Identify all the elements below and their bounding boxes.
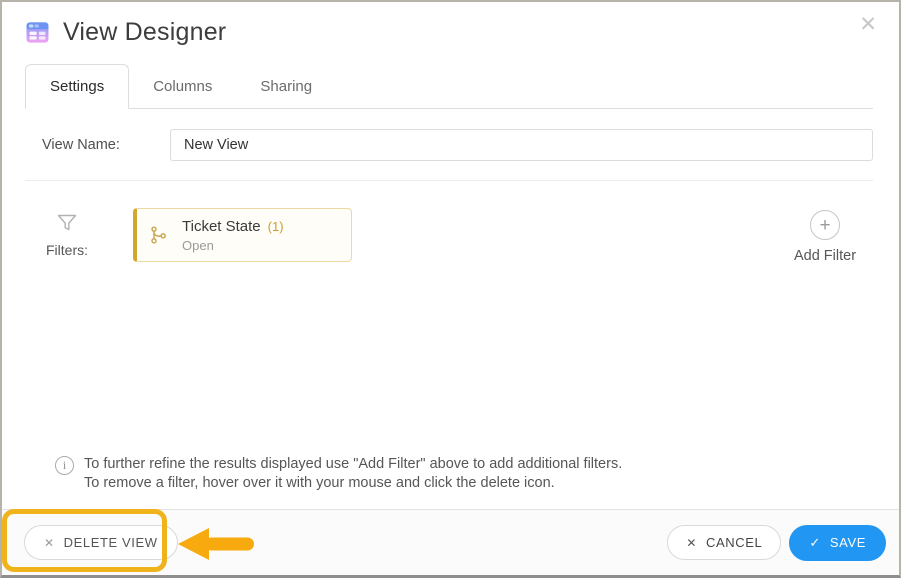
empty-space xyxy=(25,264,873,455)
tab-bar: Settings Columns Sharing xyxy=(25,64,873,109)
cancel-x-icon: ✕ xyxy=(686,536,697,550)
dialog-footer: ✕ DELETE VIEW ✕ CANCEL ✓ SAVE xyxy=(2,509,899,575)
add-filter-label: Add Filter xyxy=(794,248,856,264)
branch-icon xyxy=(149,224,169,246)
filter-chip-value: Open xyxy=(182,238,284,253)
filter-chip-count: (1) xyxy=(268,219,284,234)
view-designer-dialog: View Designer ✕ Settings Columns Sharing… xyxy=(0,0,901,578)
view-name-row: View Name: xyxy=(25,129,873,161)
add-circle-icon: + xyxy=(810,210,840,240)
save-label: SAVE xyxy=(830,535,866,550)
filters-label: Filters: xyxy=(46,242,88,258)
close-icon[interactable]: ✕ xyxy=(859,14,877,35)
dialog-title: View Designer xyxy=(63,18,226,47)
info-line-1: To further refine the results displayed … xyxy=(84,455,622,474)
section-divider xyxy=(25,180,873,181)
funnel-icon xyxy=(55,211,79,235)
add-filter-button[interactable]: + Add Filter xyxy=(777,208,873,264)
cancel-label: CANCEL xyxy=(706,535,762,550)
info-text: To further refine the results displayed … xyxy=(84,455,622,493)
dialog-header: View Designer ✕ xyxy=(2,2,899,47)
info-line-2: To remove a filter, hover over it with y… xyxy=(84,474,622,493)
tab-sharing[interactable]: Sharing xyxy=(236,65,336,108)
save-button[interactable]: ✓ SAVE xyxy=(789,525,886,561)
tab-columns[interactable]: Columns xyxy=(129,65,236,108)
cancel-button[interactable]: ✕ CANCEL xyxy=(667,525,781,560)
info-icon: i xyxy=(55,456,74,475)
filter-chip-ticket-state[interactable]: Ticket State (1) Open xyxy=(133,208,352,262)
tab-settings[interactable]: Settings xyxy=(25,64,129,109)
delete-view-button[interactable]: ✕ DELETE VIEW xyxy=(24,525,178,560)
filters-label-block: Filters: xyxy=(25,208,109,258)
save-check-icon: ✓ xyxy=(809,535,821,551)
filters-section: Filters: Ticket State (1) Op xyxy=(25,208,873,264)
settings-panel: View Name: Filters: xyxy=(2,109,899,509)
view-name-input[interactable] xyxy=(170,129,873,161)
filter-chip-name: Ticket State xyxy=(182,218,261,235)
info-note: i To further refine the results displaye… xyxy=(25,455,873,509)
delete-x-icon: ✕ xyxy=(44,536,55,550)
view-name-label: View Name: xyxy=(25,137,170,153)
delete-view-label: DELETE VIEW xyxy=(64,535,158,550)
view-designer-icon xyxy=(24,19,51,46)
filter-chip-text: Ticket State (1) Open xyxy=(182,218,284,253)
